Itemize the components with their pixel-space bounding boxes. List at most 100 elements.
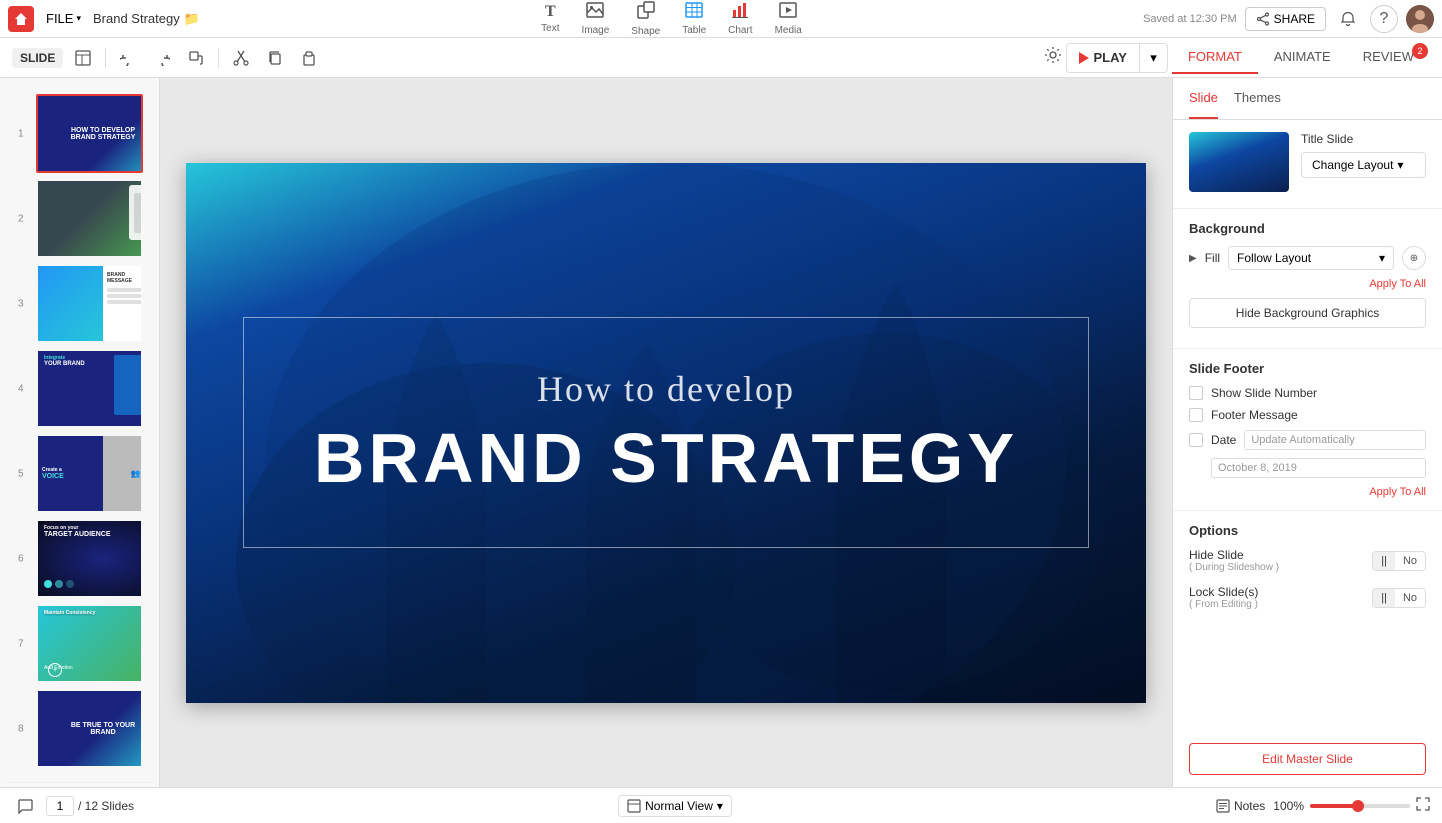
topbar: FILE ▾ Brand Strategy 📁 T Text Image [0, 0, 1442, 38]
play-chevron-icon: ▾ [1150, 50, 1157, 66]
slide-preview-text: BE TRUE TO YOURBRAND [71, 722, 135, 736]
slide-settings-icon[interactable] [1044, 46, 1062, 69]
layout-icon-btn[interactable] [69, 44, 97, 72]
user-avatar[interactable] [1406, 5, 1434, 33]
slide-thumb-4[interactable]: Integrate YOUR BRAND [36, 349, 143, 428]
notifications-button[interactable] [1334, 5, 1362, 33]
file-menu[interactable]: FILE ▾ [38, 7, 89, 30]
options-section: Options Hide Slide ( During Slideshow ) … [1189, 523, 1426, 610]
slide-subtitle: How to develop [314, 368, 1018, 410]
tab-slide[interactable]: Slide [1189, 78, 1218, 119]
saved-indicator: Saved at 12:30 PM [1143, 13, 1237, 25]
background-section: Background ▶ Fill Follow Layout ▾ ⊕ Appl… [1189, 221, 1426, 336]
play-button[interactable]: PLAY [1067, 45, 1138, 70]
toolbar2-right: PLAY ▾ FORMAT ANIMATE REVIEW 2 [1036, 41, 1430, 74]
chart-tool[interactable]: Chart [718, 0, 762, 40]
footer-message-checkbox[interactable] [1189, 408, 1203, 422]
slide-thumb-6[interactable]: Focus on your TARGET AUDIENCE [36, 519, 143, 598]
slide-panel-scroll: 1 How to developBRAND STRATEGY 2 [8, 86, 151, 782]
fill-row: ▶ Fill Follow Layout ▾ ⊕ [1189, 246, 1426, 270]
image-label: Image [582, 25, 610, 36]
home-button[interactable] [8, 6, 34, 32]
apply-to-all-button[interactable]: Apply To All [1189, 278, 1426, 290]
text-tool[interactable]: T Text [531, 0, 569, 38]
fill-select-dropdown[interactable]: Follow Layout ▾ [1228, 246, 1394, 270]
undo-button[interactable] [114, 44, 142, 72]
divider2 [1173, 348, 1442, 349]
hide-slide-toggle-no[interactable]: No [1395, 552, 1425, 570]
date-row: Date [1189, 430, 1426, 450]
apply-to-all-2-button[interactable]: Apply To All [1189, 486, 1426, 498]
fill-circle-button[interactable]: ⊕ [1402, 246, 1426, 270]
redo-button[interactable] [148, 44, 176, 72]
table-tool[interactable]: Table [672, 0, 716, 40]
share-button[interactable]: SHARE [1245, 7, 1326, 31]
slide-item: 7 Maintain Consistency Add Emotion + [16, 604, 143, 683]
edit-master-slide-button[interactable]: Edit Master Slide [1189, 743, 1426, 775]
hide-background-button[interactable]: Hide Background Graphics [1189, 298, 1426, 328]
slide-preview-right: BRANDMESSAGE [103, 266, 143, 341]
thumb-line [107, 300, 143, 304]
zoom-slider[interactable] [1310, 804, 1410, 808]
hide-slide-row: Hide Slide ( During Slideshow ) || No [1189, 548, 1426, 573]
slide-mode-label[interactable]: SLIDE [12, 48, 63, 68]
tab-animate[interactable]: ANIMATE [1258, 41, 1347, 74]
play-dropdown[interactable]: ▾ [1139, 44, 1167, 72]
tab-themes[interactable]: Themes [1234, 78, 1281, 119]
show-slide-number-checkbox[interactable] [1189, 386, 1203, 400]
toolbar-divider [105, 48, 106, 68]
change-layout-button[interactable]: Change Layout ▾ [1301, 152, 1426, 178]
date-checkbox[interactable] [1189, 433, 1203, 447]
cut-button[interactable] [227, 44, 255, 72]
paste-button[interactable] [295, 44, 323, 72]
normal-view-button[interactable]: Normal View ▾ [618, 795, 732, 817]
canvas-area[interactable]: How to develop BRAND STRATEGY [160, 78, 1172, 787]
help-button[interactable]: ? [1370, 5, 1398, 33]
slide-thumb-7[interactable]: Maintain Consistency Add Emotion + [36, 604, 143, 683]
chart-label: Chart [728, 25, 752, 36]
lock-slide-toggle: || No [1372, 588, 1426, 608]
tab-review[interactable]: REVIEW 2 [1347, 41, 1430, 74]
zoom-fit-button[interactable] [1416, 797, 1430, 814]
date-value-input[interactable] [1211, 458, 1426, 478]
media-label: Media [775, 25, 802, 36]
chevron-down-icon: ▾ [76, 13, 81, 24]
fill-expand-icon[interactable]: ▶ [1189, 253, 1197, 264]
lock-slide-row: Lock Slide(s) ( From Editing ) || No [1189, 585, 1426, 610]
lock-slide-label-group: Lock Slide(s) ( From Editing ) [1189, 585, 1258, 610]
chat-button[interactable] [12, 793, 38, 819]
media-tool[interactable]: Media [765, 0, 812, 40]
date-auto-input[interactable] [1244, 430, 1426, 450]
slide-thumb-1[interactable]: How to developBRAND STRATEGY [36, 94, 143, 173]
hide-slide-toggle-off[interactable]: || [1373, 552, 1395, 570]
slide-canvas[interactable]: How to develop BRAND STRATEGY [186, 163, 1146, 703]
notes-button[interactable]: Notes [1216, 799, 1265, 813]
show-slide-number-row: Show Slide Number [1189, 386, 1426, 400]
shape-icon [637, 1, 655, 24]
slide-thumb-5[interactable]: Create a VOICE 👥 [36, 434, 143, 513]
slide-thumb-3[interactable]: BRANDMESSAGE [36, 264, 143, 343]
date-label: Date [1211, 433, 1236, 447]
view-label: Normal View [645, 799, 713, 813]
change-layout-label: Change Layout [1312, 158, 1393, 172]
lock-slide-toggle-no[interactable]: No [1395, 589, 1425, 607]
lock-slide-toggle-off[interactable]: || [1373, 589, 1395, 607]
bottombar-left: / 12 Slides [12, 793, 134, 819]
slide-thumb-2[interactable] [36, 179, 143, 258]
slide-preview-5: Create a VOICE 👥 [38, 436, 143, 511]
thumb-line [107, 294, 143, 298]
tab-format[interactable]: FORMAT [1172, 41, 1258, 74]
bottombar: / 12 Slides Normal View ▾ Notes 100% [0, 787, 1442, 823]
slide-number: 2 [18, 213, 24, 224]
paint-format-button[interactable] [182, 44, 210, 72]
shape-tool[interactable]: Shape [621, 0, 670, 41]
image-tool[interactable]: Image [572, 0, 620, 40]
zoom-percent: 100% [1273, 799, 1304, 813]
fill-value: Follow Layout [1237, 251, 1311, 265]
review-badge: 2 [1412, 43, 1428, 59]
thumb-line [107, 288, 143, 292]
copy-button[interactable] [261, 44, 289, 72]
slide-thumb-8[interactable]: BE TRUE TO YOURBRAND [36, 689, 143, 768]
page-input[interactable] [46, 796, 74, 816]
doc-title-text: Brand Strategy [93, 11, 180, 26]
